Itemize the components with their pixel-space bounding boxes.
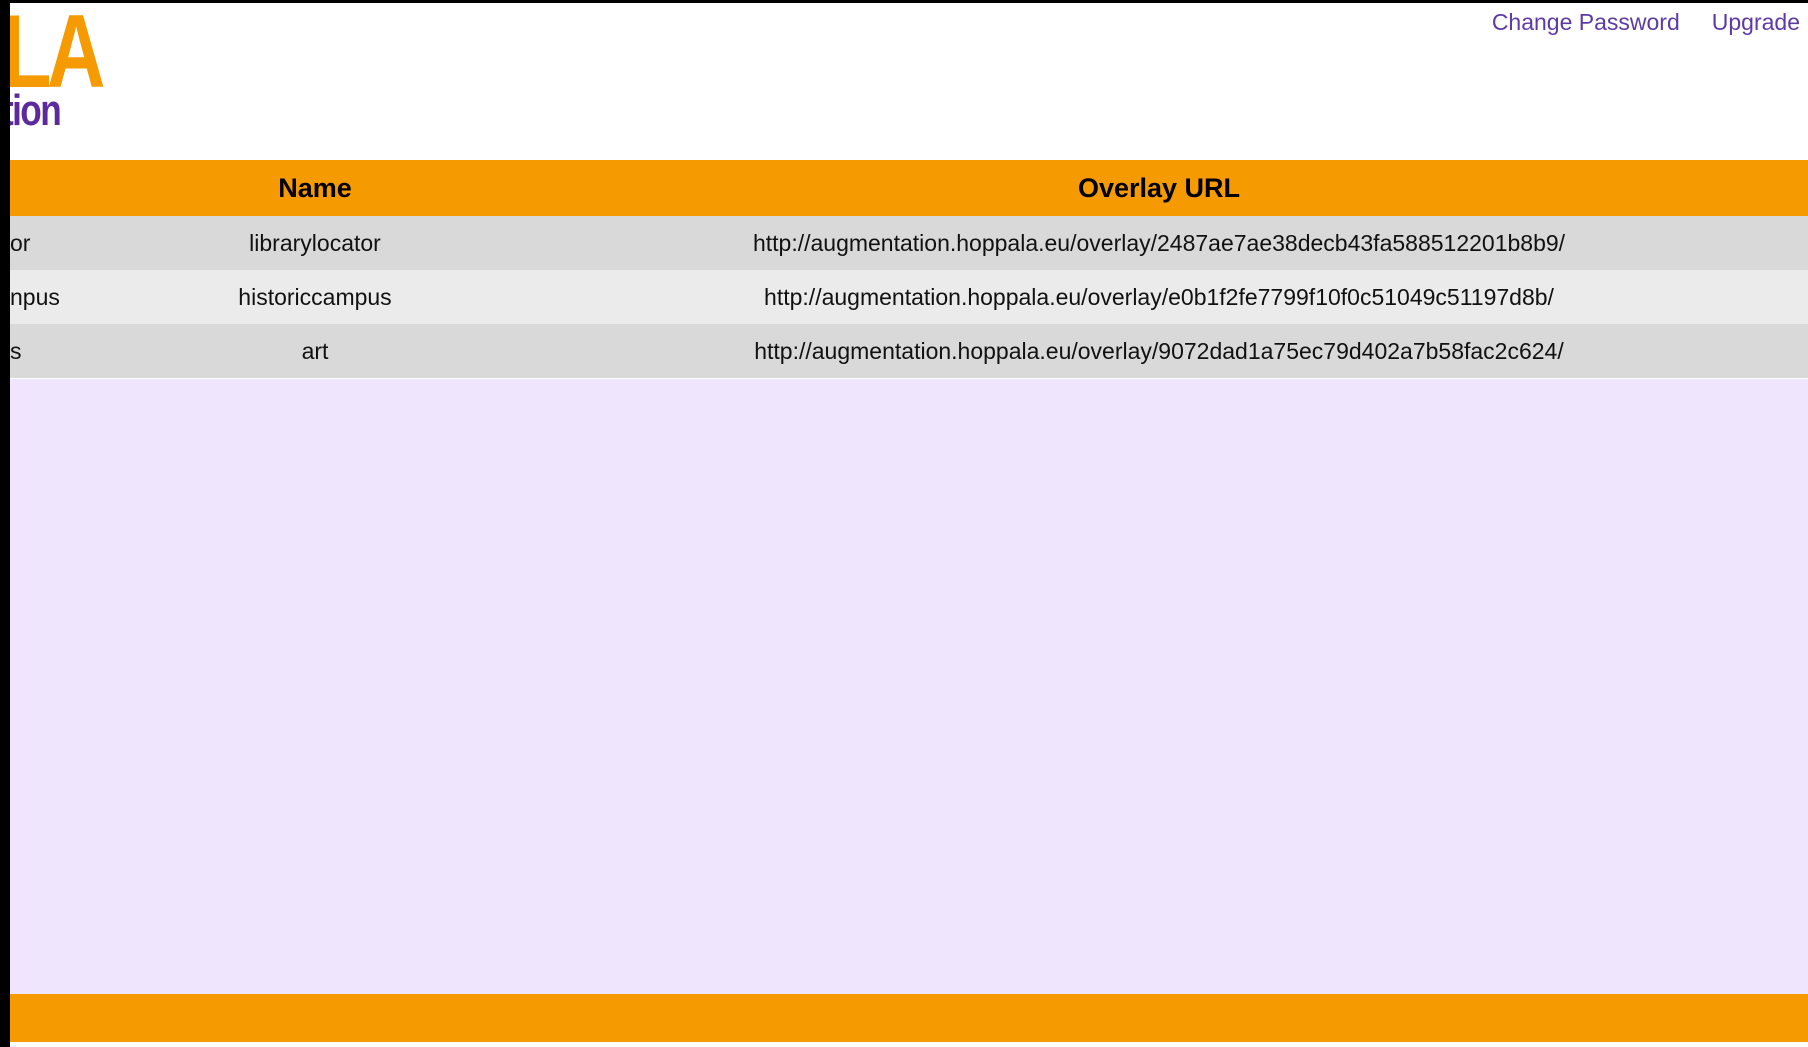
- table-row[interactable]: or librarylocator http://augmentation.ho…: [10, 216, 1808, 270]
- column-header-name[interactable]: Name: [120, 160, 510, 216]
- logo-bottom-text: tion: [10, 86, 62, 135]
- cell-overlay-url: http://augmentation.hoppala.eu/overlay/2…: [510, 216, 1808, 270]
- overlays-table-container: Name Overlay URL or librarylocator http:…: [10, 160, 1808, 378]
- table-row[interactable]: npus historiccampus http://augmentation.…: [10, 270, 1808, 324]
- cell-partial: or: [10, 216, 120, 270]
- overlays-table: Name Overlay URL or librarylocator http:…: [10, 160, 1808, 378]
- bottom-edge: [10, 1042, 1808, 1047]
- upgrade-link[interactable]: Upgrade: [1712, 9, 1800, 36]
- content-area: [10, 379, 1808, 995]
- cell-name: art: [120, 324, 510, 378]
- header-links: Change Password Upgrade: [1492, 9, 1800, 36]
- table-header-row: Name Overlay URL: [10, 160, 1808, 216]
- column-header-overlay-url[interactable]: Overlay URL: [510, 160, 1808, 216]
- cell-overlay-url: http://augmentation.hoppala.eu/overlay/e…: [510, 270, 1808, 324]
- cell-name: librarylocator: [120, 216, 510, 270]
- cell-name: historiccampus: [120, 270, 510, 324]
- cell-partial: s: [10, 324, 120, 378]
- cell-partial: npus: [10, 270, 120, 324]
- footer-bar: [10, 994, 1808, 1042]
- change-password-link[interactable]: Change Password: [1492, 9, 1680, 36]
- table-row[interactable]: s art http://augmentation.hoppala.eu/ove…: [10, 324, 1808, 378]
- app-logo[interactable]: LA tion: [10, 3, 122, 136]
- cell-overlay-url: http://augmentation.hoppala.eu/overlay/9…: [510, 324, 1808, 378]
- column-header-partial[interactable]: [10, 160, 120, 216]
- page: LA tion Change Password Upgrade Name Ove…: [10, 3, 1808, 1047]
